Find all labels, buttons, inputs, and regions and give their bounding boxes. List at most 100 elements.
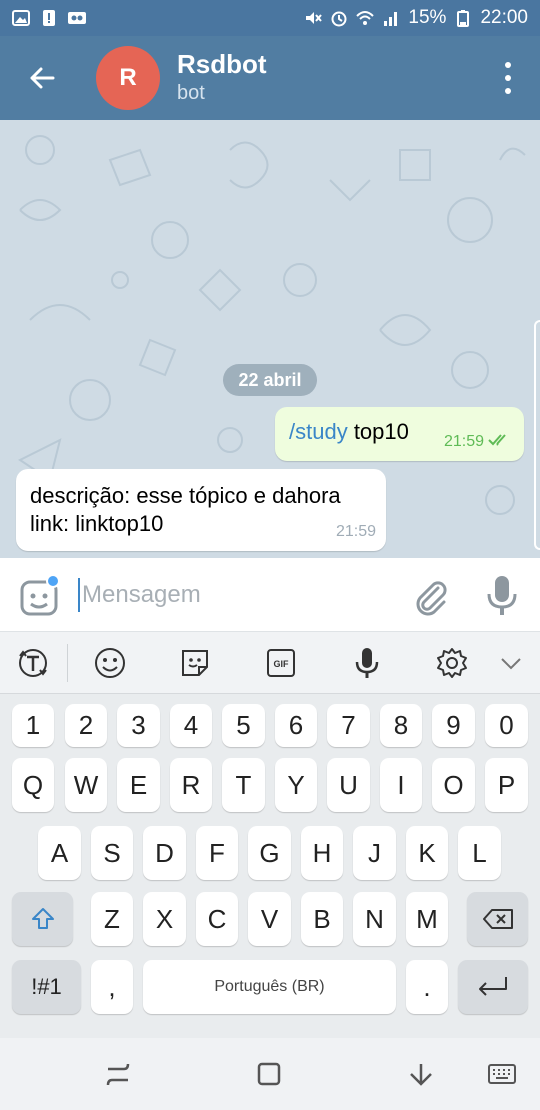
more-options-button[interactable]	[498, 62, 518, 94]
key[interactable]: 0	[485, 704, 528, 747]
keyboard-icon	[488, 1064, 516, 1084]
space-key[interactable]: Português (BR)	[143, 960, 396, 1014]
date-separator: 22 abril	[223, 364, 317, 396]
bot-command-link[interactable]: /study	[289, 419, 348, 444]
key[interactable]: D	[143, 826, 186, 880]
emoji-icon[interactable]	[93, 646, 127, 680]
sticker-icon[interactable]	[178, 646, 212, 680]
voice-input-icon[interactable]	[350, 646, 384, 680]
symbols-key[interactable]: !#1	[12, 960, 81, 1014]
key[interactable]: K	[406, 826, 448, 880]
message-line: descrição: esse tópico e dahora	[30, 483, 341, 508]
key[interactable]: H	[301, 826, 343, 880]
alert-icon	[43, 10, 55, 26]
key[interactable]: M	[406, 892, 448, 946]
comma-key[interactable]: ,	[91, 960, 133, 1014]
key[interactable]: X	[143, 892, 186, 946]
period-key[interactable]: .	[406, 960, 448, 1014]
chat-header: R Rsdbot bot	[0, 36, 540, 120]
settings-icon[interactable]	[435, 646, 469, 680]
message-time: 21:59	[335, 523, 376, 540]
message-time: 21:59	[443, 433, 484, 450]
key[interactable]: J	[353, 826, 396, 880]
message-list[interactable]: 22 abril /study top10 21:59 descrição: e…	[0, 120, 540, 558]
key[interactable]: 2	[65, 704, 107, 747]
backspace-icon	[482, 909, 513, 929]
battery-percent: 15%	[408, 7, 447, 28]
home-button[interactable]	[251, 1056, 287, 1092]
battery-icon	[457, 10, 470, 27]
incoming-message[interactable]: descrição: esse tópico e dahora link: li…	[16, 469, 386, 551]
svg-text:GIF: GIF	[274, 659, 290, 669]
key[interactable]: 3	[117, 704, 160, 747]
key[interactable]: U	[327, 758, 370, 812]
key[interactable]: Z	[91, 892, 133, 946]
enter-key[interactable]	[458, 960, 528, 1014]
wifi-icon	[356, 11, 375, 25]
recents-button[interactable]	[100, 1056, 136, 1092]
hide-keyboard-button[interactable]	[403, 1056, 439, 1092]
signal-icon	[384, 12, 398, 26]
key[interactable]: Y	[275, 758, 317, 812]
outgoing-message[interactable]: /study top10 21:59	[275, 407, 524, 461]
paperclip-icon[interactable]	[410, 576, 450, 616]
system-nav-bar	[0, 1038, 540, 1110]
key[interactable]: 7	[327, 704, 370, 747]
alarm-icon	[331, 11, 347, 27]
key[interactable]: W	[65, 758, 107, 812]
message-text: /study top10	[289, 419, 409, 445]
key[interactable]: G	[248, 826, 291, 880]
shift-icon	[31, 908, 54, 929]
status-bar: 15% 22:00	[0, 0, 540, 36]
keyboard-switch-button[interactable]	[484, 1056, 520, 1092]
home-icon	[257, 1062, 281, 1086]
back-button[interactable]	[0, 36, 84, 120]
key[interactable]: I	[380, 758, 422, 812]
avatar[interactable]: R	[96, 46, 160, 110]
backspace-key[interactable]	[467, 892, 528, 946]
arrow-left-icon	[30, 67, 55, 89]
key[interactable]: 1	[12, 704, 54, 747]
key[interactable]: F	[196, 826, 238, 880]
key[interactable]: O	[432, 758, 475, 812]
key[interactable]: V	[248, 892, 291, 946]
key[interactable]: L	[458, 826, 501, 880]
key[interactable]: 8	[380, 704, 422, 747]
key[interactable]: R	[170, 758, 212, 812]
key[interactable]: 6	[275, 704, 317, 747]
key[interactable]: T	[222, 758, 265, 812]
key[interactable]: N	[353, 892, 396, 946]
key[interactable]: 9	[432, 704, 475, 747]
menu-dot	[505, 88, 511, 94]
mute-icon	[306, 12, 323, 24]
keyboard-toolbar: GIF	[0, 632, 540, 694]
menu-dot	[505, 62, 511, 68]
key[interactable]: 5	[222, 704, 265, 747]
chat-title: Rsdbot	[177, 49, 267, 79]
text-caret	[78, 578, 80, 612]
down-arrow-icon	[410, 1064, 432, 1086]
enter-icon	[479, 977, 507, 996]
microphone-icon[interactable]	[482, 574, 522, 618]
key[interactable]: C	[196, 892, 238, 946]
text-tool-icon[interactable]	[16, 646, 50, 680]
menu-dot	[505, 75, 511, 81]
key[interactable]: A	[38, 826, 81, 880]
key[interactable]: B	[301, 892, 343, 946]
chat-title-block[interactable]: Rsdbot bot	[177, 49, 267, 107]
gallery-icon	[12, 10, 30, 26]
gif-icon[interactable]: GIF	[264, 646, 298, 680]
key[interactable]: 4	[170, 704, 212, 747]
message-input[interactable]	[82, 578, 382, 612]
key[interactable]: Q	[12, 758, 54, 812]
chevron-down-icon[interactable]	[494, 646, 528, 680]
key[interactable]: P	[485, 758, 528, 812]
double-check-icon	[488, 434, 506, 446]
clock: 22:00	[480, 7, 528, 28]
message-composer	[0, 558, 540, 632]
message-line: link: linktop10	[30, 511, 164, 536]
voicemail-icon	[68, 12, 86, 24]
key[interactable]: S	[91, 826, 133, 880]
shift-key[interactable]	[12, 892, 73, 946]
key[interactable]: E	[117, 758, 160, 812]
